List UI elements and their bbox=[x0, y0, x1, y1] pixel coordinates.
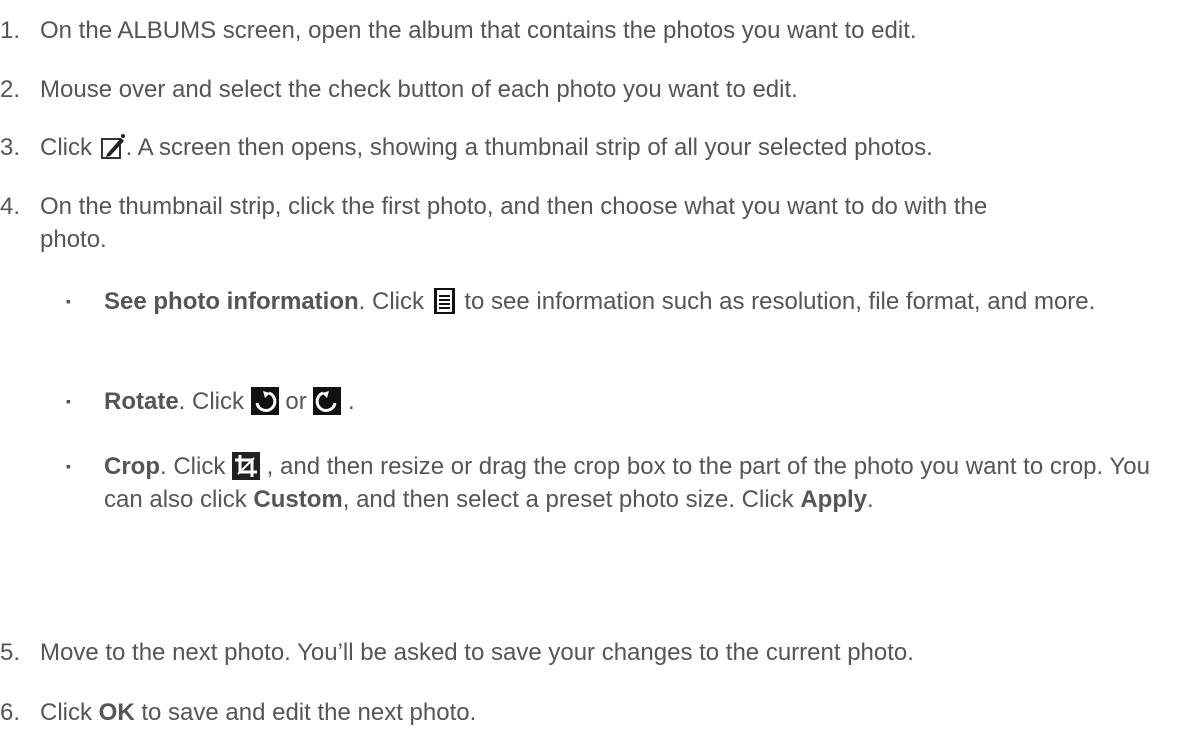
step-number: 5. bbox=[0, 639, 21, 666]
step-text: Click . A screen then opens, showing a t… bbox=[40, 131, 1150, 164]
edit-icon bbox=[99, 133, 126, 161]
ok-label: OK bbox=[98, 699, 135, 726]
substep-text: Crop. Click , and then resize or drag th… bbox=[104, 450, 1164, 516]
substep-text: Rotate. Click or . bbox=[104, 385, 1150, 418]
substep-title: Rotate bbox=[104, 388, 179, 415]
step-number: 6. bbox=[0, 699, 21, 726]
substep-text: See photo information. Click to see info… bbox=[104, 285, 1114, 318]
substep-mid: . Click bbox=[358, 288, 431, 315]
step-text-post: . A screen then opens, showing a thumbna… bbox=[125, 134, 933, 161]
step-number: 4. bbox=[0, 193, 21, 220]
apply-label: Apply bbox=[800, 486, 867, 513]
step-text: On the ALBUMS screen, open the album tha… bbox=[40, 17, 917, 44]
bullet-marker: ▪ bbox=[66, 393, 71, 409]
step-text: On the thumbnail strip, click the first … bbox=[40, 193, 988, 253]
document-info-icon bbox=[431, 287, 458, 315]
step-text-pre: Click bbox=[40, 134, 99, 161]
bullet-marker: ▪ bbox=[66, 458, 71, 474]
substep-post-3: . bbox=[867, 486, 874, 513]
step-4: 4. On the thumbnail strip, click the fir… bbox=[0, 190, 1150, 260]
substep-post: to see information such as resolution, f… bbox=[457, 288, 1096, 315]
substep-mid: . Click bbox=[178, 388, 251, 415]
crop-icon bbox=[232, 452, 260, 480]
substep-between: or bbox=[278, 388, 314, 415]
step-text-pre: Click bbox=[40, 699, 99, 726]
step-text-post: to save and edit the next photo. bbox=[134, 699, 477, 726]
substep-mid: . Click bbox=[160, 453, 232, 480]
rotate-clockwise-icon bbox=[250, 387, 279, 415]
rotate-counterclockwise-icon bbox=[313, 387, 342, 415]
step-text: Mouse over and select the check button o… bbox=[40, 76, 798, 103]
step-number: 1. bbox=[0, 17, 21, 44]
bullet-marker: ▪ bbox=[66, 293, 71, 309]
custom-label: Custom bbox=[253, 486, 343, 513]
substep-post-2: , and then select a preset photo size. C… bbox=[342, 486, 801, 513]
step-number: 2. bbox=[0, 76, 21, 103]
step-text: Move to the next photo. You’ll be asked … bbox=[40, 639, 914, 666]
step-number: 3. bbox=[0, 134, 21, 161]
substep-title: Crop bbox=[104, 453, 160, 480]
instructions-document: 1. On the ALBUMS screen, open the album … bbox=[0, 0, 1193, 740]
substep-post: . bbox=[341, 388, 355, 415]
substep-title: See photo information bbox=[104, 288, 359, 315]
step-text: Click OK to save and edit the next photo… bbox=[40, 696, 1150, 729]
